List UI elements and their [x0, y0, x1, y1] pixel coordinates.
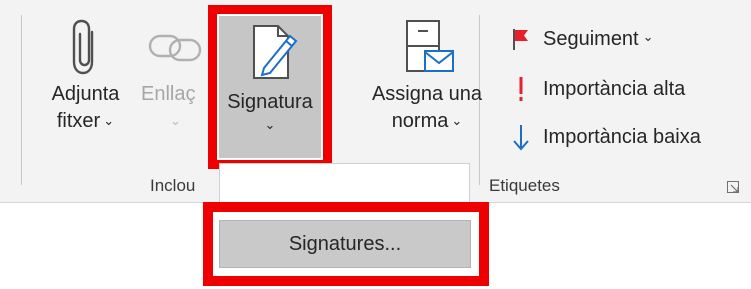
- exclamation-icon: [507, 75, 535, 103]
- chevron-down-icon: ⌄: [264, 117, 276, 132]
- attach-file-button[interactable]: Adjunta fitxer ⌄: [38, 18, 133, 136]
- low-importance-button[interactable]: Importància baixa: [507, 122, 701, 152]
- link-button[interactable]: Enllaç ⌄: [138, 18, 210, 136]
- include-group-label: Inclou: [150, 176, 196, 195]
- group-separator: [21, 15, 22, 185]
- high-importance-button[interactable]: Importància alta: [507, 74, 685, 104]
- attach-file-label-2: fitxer: [56, 110, 101, 132]
- paperclip-icon: [72, 19, 93, 75]
- signature-label: Signatura: [227, 91, 313, 113]
- assign-policy-label-1: Assigna una: [371, 83, 483, 105]
- dropdown-header: [219, 163, 470, 204]
- assign-policy-button[interactable]: Assigna una norma ⌄: [356, 18, 498, 136]
- chevron-down-icon: ⌄: [170, 113, 181, 128]
- chevron-down-icon: ⌄: [103, 113, 115, 128]
- signature-pen-icon: [253, 25, 298, 79]
- tags-group-label: Etiquetes: [489, 176, 560, 195]
- menu-item-signatures[interactable]: Signatures...: [219, 220, 471, 268]
- assign-policy-label-2: norma: [391, 110, 449, 132]
- chevron-down-icon: ⌄: [451, 113, 463, 128]
- link-label: Enllaç: [141, 83, 196, 105]
- menu-item-signatures-label: Signatures...: [288, 232, 402, 255]
- flag-icon: [507, 27, 535, 51]
- high-importance-label: Importància alta: [543, 77, 686, 100]
- dialog-launcher-icon[interactable]: [727, 181, 740, 194]
- low-importance-label: Importància baixa: [543, 125, 701, 148]
- link-icon: [148, 34, 202, 62]
- down-arrow-icon: [507, 123, 535, 151]
- follow-up-button[interactable]: Seguiment ⌄: [507, 24, 654, 54]
- attach-file-label-1: Adjunta: [51, 83, 120, 105]
- chevron-down-icon: ⌄: [642, 29, 654, 44]
- follow-up-label: Seguiment: [543, 27, 639, 50]
- signature-button[interactable]: Signatura ⌄: [219, 16, 321, 158]
- retention-policy-icon: [406, 20, 454, 72]
